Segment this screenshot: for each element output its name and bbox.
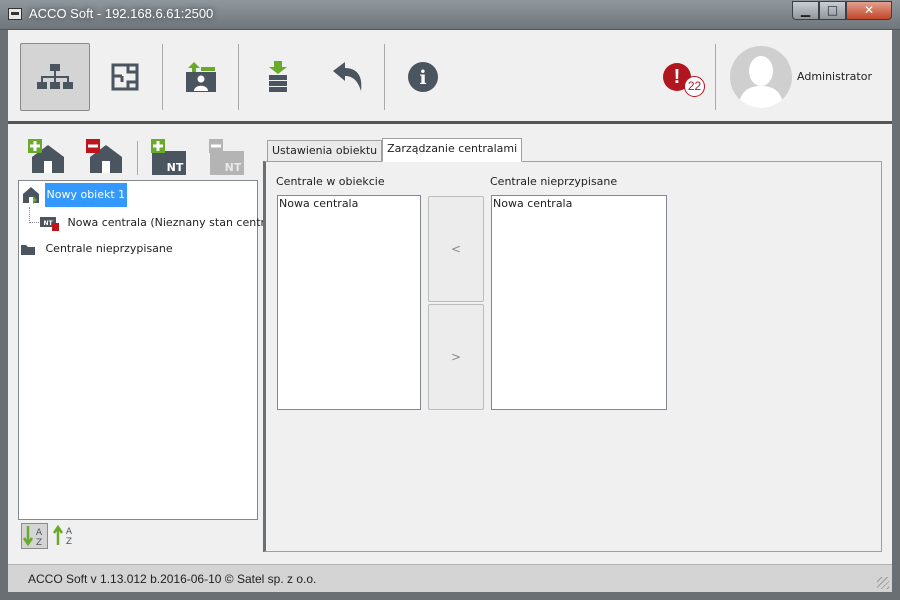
add-object-icon — [28, 139, 64, 173]
upload-to-panel-button[interactable] — [166, 43, 236, 111]
title-bar[interactable]: ACCO Soft - 192.168.6.61:2500 ▁ □ ✕ — [0, 0, 900, 30]
add-object-button[interactable] — [26, 137, 66, 177]
undo-button[interactable] — [313, 43, 383, 111]
resize-grip-icon[interactable] — [877, 577, 889, 589]
list-item[interactable]: Nowa centrala — [278, 196, 420, 211]
object-tree-panel: NT NT Nowy obiekt 1 NT Nowa centrala (Ni… — [8, 127, 282, 567]
info-icon: i — [408, 62, 438, 92]
upload-to-panel-icon — [186, 62, 216, 92]
tree-item-label: Nowa centrala (Nieznany stan centrali) — [67, 216, 283, 229]
app-window: ACCO Soft - 192.168.6.61:2500 ▁ □ ✕ i ! … — [0, 0, 900, 600]
download-from-panel-icon — [269, 61, 287, 92]
svg-text:A: A — [36, 528, 43, 538]
tree-item-label: Centrale nieprzypisane — [45, 242, 173, 255]
tab-central-management[interactable]: Zarządzanie centralami — [382, 138, 523, 162]
tab-bar: Ustawienia obiektu Zarządzanie centralam… — [267, 138, 523, 162]
tree-item-central[interactable]: NT Nowa centrala (Nieznany stan centrali… — [40, 214, 282, 232]
status-text: ACCO Soft v 1.13.012 b.2016-06-10 © Sate… — [28, 572, 317, 586]
remove-central-icon: NT — [209, 139, 244, 175]
undo-icon — [333, 62, 362, 91]
svg-text:Z: Z — [36, 538, 42, 548]
sort-descending-icon: A Z — [52, 524, 73, 547]
tree-connector — [29, 207, 39, 223]
floorplan-button[interactable] — [90, 43, 160, 111]
sort-descending-button[interactable]: A Z — [52, 523, 79, 549]
structure-button[interactable] — [20, 43, 90, 111]
window-title: ACCO Soft - 192.168.6.61:2500 — [29, 6, 214, 21]
unassigned-centrals-list[interactable]: Nowa centrala — [491, 195, 667, 410]
structure-icon — [37, 64, 73, 89]
add-central-button[interactable]: NT — [148, 137, 188, 177]
nt-label: NT — [225, 161, 242, 174]
nt-label: NT — [167, 161, 184, 174]
avatar[interactable] — [730, 46, 792, 108]
toolbar-separator — [384, 44, 385, 110]
central-warning-icon: NT — [40, 217, 59, 231]
status-bar: ACCO Soft v 1.13.012 b.2016-06-10 © Sate… — [8, 564, 892, 592]
assigned-centrals-label: Centrale w obiekcie — [276, 175, 385, 188]
tab-content: Centrale w obiekcie Nowa centrala < > Ce… — [263, 161, 882, 552]
info-button[interactable]: i — [388, 43, 458, 111]
toolbar-separator — [238, 44, 239, 110]
tree-item-unassigned[interactable]: Centrale nieprzypisane — [20, 240, 173, 258]
move-to-object-button[interactable]: < — [428, 196, 484, 302]
folder-icon — [21, 245, 35, 255]
info-glyph: i — [419, 67, 426, 89]
minimize-button[interactable]: ▁ — [792, 1, 819, 20]
floorplan-icon — [111, 63, 139, 91]
move-to-unassigned-button[interactable]: > — [428, 304, 484, 410]
list-item[interactable]: Nowa centrala — [492, 196, 666, 211]
client-area: i ! 22 Administrator NT NT Nowy obiekt 1… — [8, 30, 892, 592]
user-silhouette-icon — [738, 56, 784, 108]
main-toolbar: i ! 22 Administrator — [8, 30, 892, 124]
toolbar-separator — [162, 44, 163, 110]
tree-item-object[interactable]: Nowy obiekt 1 — [21, 183, 128, 207]
house-icon — [23, 187, 39, 204]
app-icon — [8, 8, 22, 20]
user-name[interactable]: Administrator — [797, 70, 872, 83]
close-button[interactable]: ✕ — [846, 1, 892, 20]
assigned-centrals-list[interactable]: Nowa centrala — [277, 195, 421, 410]
object-tree[interactable]: Nowy obiekt 1 NT Nowa centrala (Nieznany… — [18, 180, 282, 520]
tree-item-label: Nowy obiekt 1 — [44, 183, 128, 207]
add-central-icon: NT — [151, 139, 186, 175]
remove-central-button[interactable]: NT — [206, 137, 246, 177]
maximize-button[interactable]: □ — [819, 1, 846, 20]
remove-object-icon — [86, 139, 122, 173]
details-panel: Ustawienia obiektu Zarządzanie centralam… — [263, 138, 882, 552]
alarm-count-badge: 22 — [684, 76, 705, 97]
svg-text:Z: Z — [66, 537, 72, 547]
sort-ascending-button[interactable]: A Z — [21, 523, 48, 549]
tab-object-settings[interactable]: Ustawienia obiektu — [267, 140, 383, 162]
remove-object-button[interactable] — [84, 137, 124, 177]
toolbar-separator — [137, 141, 138, 175]
toolbar-separator — [715, 44, 716, 110]
unassigned-centrals-label: Centrale nieprzypisane — [490, 175, 618, 188]
sort-ascending-icon: A Z — [22, 526, 43, 548]
download-from-panel-button[interactable] — [243, 43, 313, 111]
svg-text:A: A — [66, 527, 73, 537]
nt-label: NT — [43, 220, 53, 227]
